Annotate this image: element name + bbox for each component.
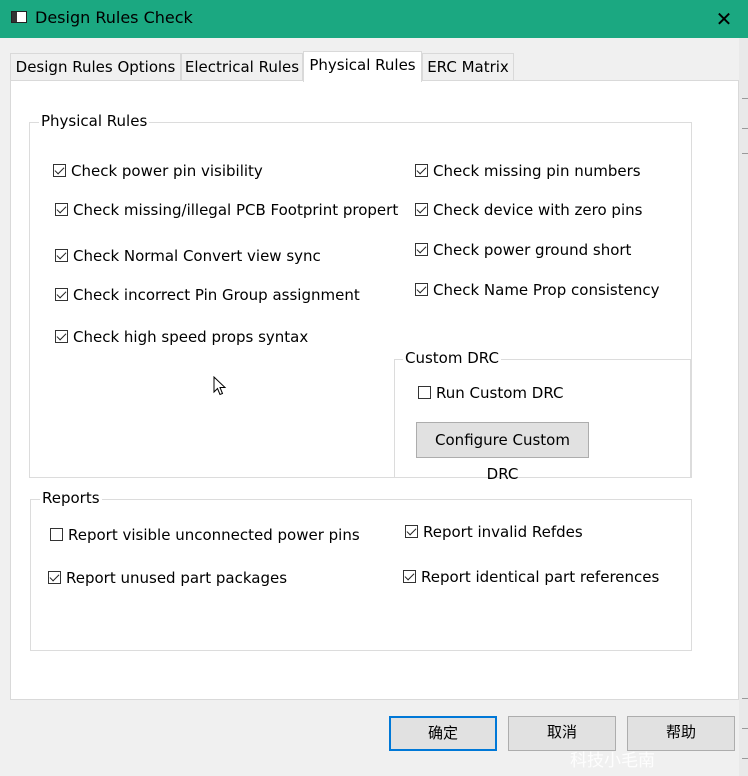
run-custom-drc-checkbox[interactable]: Run Custom DRC bbox=[418, 383, 563, 403]
tab-physical-rules[interactable]: Physical Rules bbox=[303, 51, 422, 82]
check-device-with-zero-pins[interactable]: Check device with zero pins bbox=[415, 200, 642, 220]
checkbox-icon[interactable] bbox=[415, 164, 428, 177]
checkbox-icon[interactable] bbox=[418, 386, 431, 399]
checkbox-icon[interactable] bbox=[415, 243, 428, 256]
mouse-pointer-icon bbox=[213, 376, 227, 396]
check-power-pin-visibility[interactable]: Check power pin visibility bbox=[53, 161, 263, 181]
checkbox-icon[interactable] bbox=[403, 570, 416, 583]
checkbox-icon[interactable] bbox=[55, 203, 68, 216]
checkbox-icon[interactable] bbox=[415, 203, 428, 216]
custom-drc-group: Custom DRC bbox=[394, 349, 691, 478]
close-icon[interactable]: ✕ bbox=[710, 5, 738, 33]
window-title: Design Rules Check bbox=[35, 8, 193, 27]
report-visible-unconnected-power-pins[interactable]: Report visible unconnected power pins bbox=[50, 525, 360, 545]
checkbox-icon[interactable] bbox=[55, 288, 68, 301]
check-power-ground-short[interactable]: Check power ground short bbox=[415, 240, 631, 260]
checkbox-icon[interactable] bbox=[55, 249, 68, 262]
report-invalid-refdes[interactable]: Report invalid Refdes bbox=[405, 522, 583, 542]
watermark-text: 科技小毛南 bbox=[570, 751, 655, 771]
checkbox-icon[interactable] bbox=[48, 571, 61, 584]
reports-legend: Reports bbox=[40, 489, 102, 507]
tab-erc-matrix[interactable]: ERC Matrix bbox=[422, 53, 514, 80]
check-missing-illegal-pcb-footprint[interactable]: Check missing/illegal PCB Footprint prop… bbox=[55, 200, 399, 220]
checkbox-icon[interactable] bbox=[405, 525, 418, 538]
report-unused-part-packages[interactable]: Report unused part packages bbox=[48, 568, 287, 588]
background-window-edge bbox=[739, 38, 748, 776]
check-missing-pin-numbers[interactable]: Check missing pin numbers bbox=[415, 161, 641, 181]
configure-custom-drc-button[interactable]: Configure Custom DRC bbox=[416, 422, 589, 483]
check-high-speed-props-syntax[interactable]: Check high speed props syntax bbox=[55, 327, 308, 347]
ok-button[interactable]: 确定 bbox=[389, 716, 497, 751]
check-name-prop-consistency[interactable]: Check Name Prop consistency bbox=[415, 280, 660, 300]
custom-drc-legend: Custom DRC bbox=[403, 349, 501, 367]
window-icon bbox=[11, 11, 27, 23]
tab-electrical-rules[interactable]: Electrical Rules bbox=[181, 53, 303, 80]
physical-rules-legend: Physical Rules bbox=[39, 112, 150, 130]
tab-design-rules-options[interactable]: Design Rules Options bbox=[10, 53, 181, 80]
checkbox-icon[interactable] bbox=[50, 528, 63, 541]
checkbox-icon[interactable] bbox=[53, 164, 66, 177]
title-bar: Design Rules Check ✕ bbox=[0, 0, 748, 38]
checkbox-icon[interactable] bbox=[415, 283, 428, 296]
check-normal-convert-view-sync[interactable]: Check Normal Convert view sync bbox=[55, 246, 321, 266]
checkbox-icon[interactable] bbox=[55, 330, 68, 343]
tab-content-panel: Physical Rules Check power pin visibilit… bbox=[10, 80, 739, 700]
check-incorrect-pin-group-assignment[interactable]: Check incorrect Pin Group assignment bbox=[55, 285, 360, 305]
report-identical-part-references[interactable]: Report identical part references bbox=[403, 567, 659, 587]
